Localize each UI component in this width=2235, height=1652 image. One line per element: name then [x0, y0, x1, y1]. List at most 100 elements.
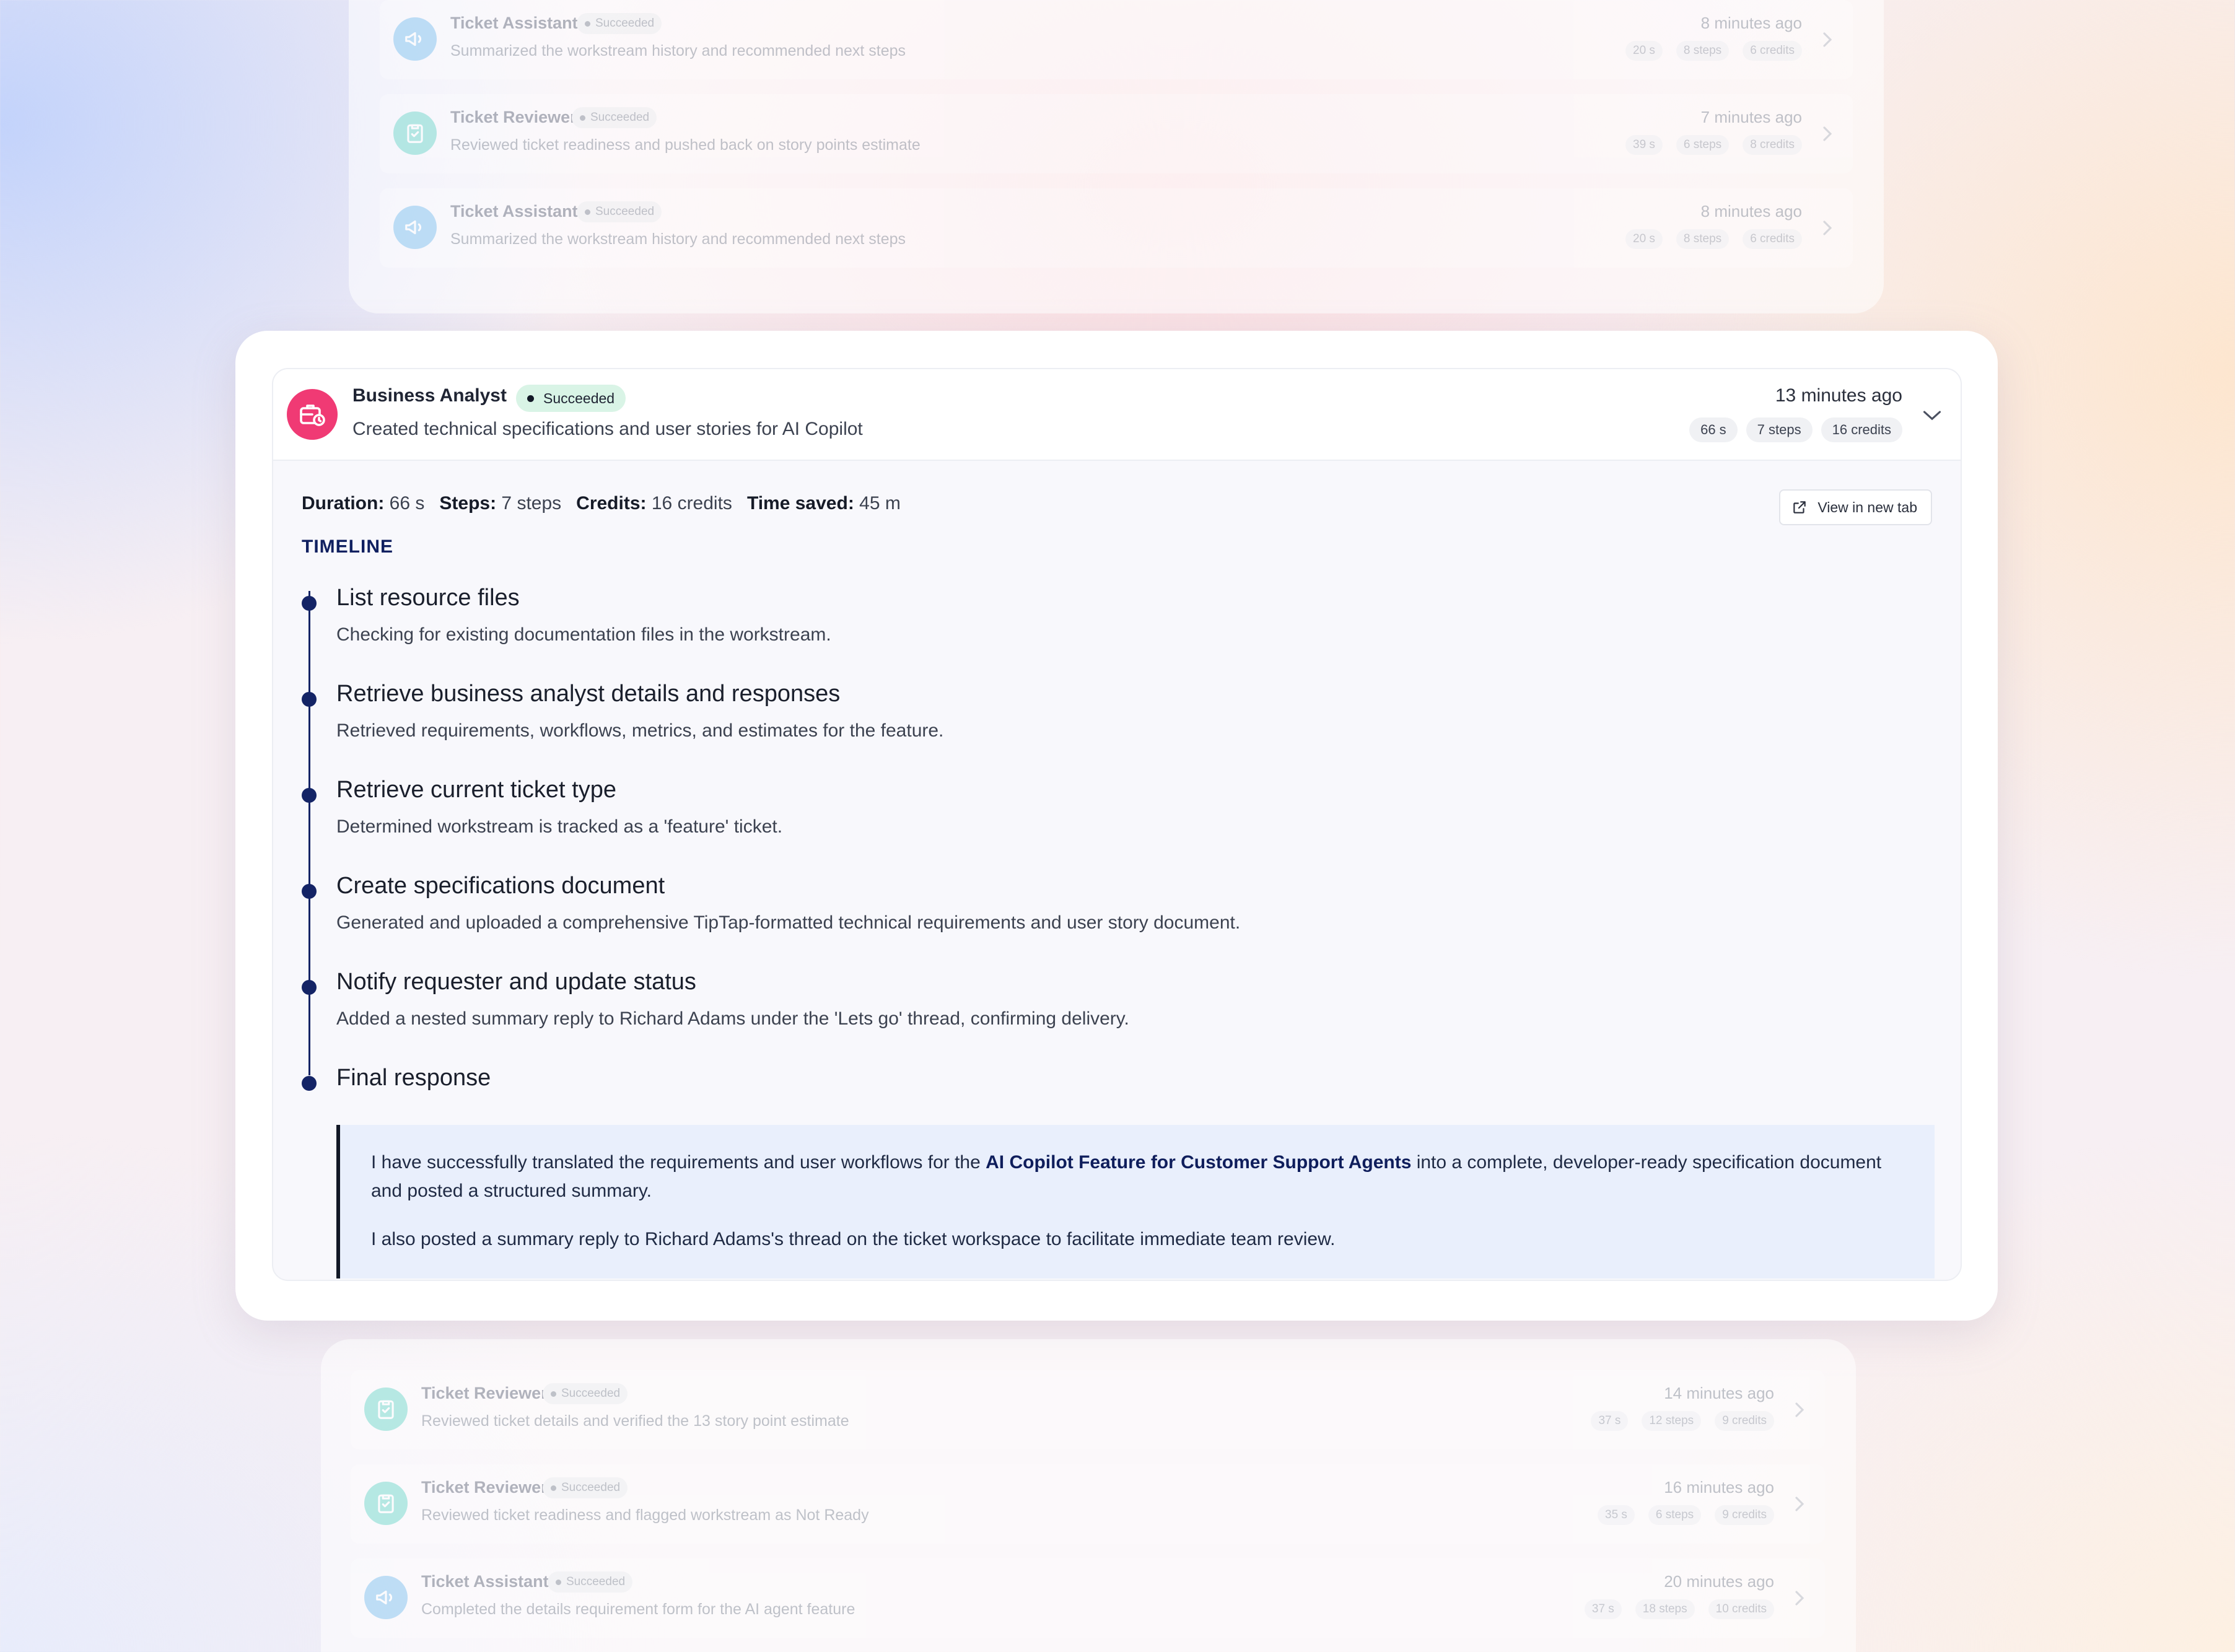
run-row[interactable]: Ticket Reviewer Succeeded Reviewed ticke…: [380, 94, 1853, 173]
run-detail-card: Business Analyst Succeeded Created techn…: [235, 331, 1998, 1321]
chevron-right-icon[interactable]: [1818, 121, 1837, 146]
previous-runs-card: Ticket Assistant Succeeded Summarized th…: [349, 0, 1884, 313]
agent-name: Ticket Assistant: [450, 14, 578, 32]
agent-avatar: [364, 1388, 408, 1431]
step-description: Checking for existing documentation file…: [336, 624, 831, 645]
run-description: Created technical specifications and use…: [352, 419, 863, 439]
run-row[interactable]: Ticket Assistant Succeeded Summarized th…: [380, 188, 1853, 268]
chevron-right-icon[interactable]: [1790, 1492, 1809, 1516]
status-badge: Succeeded: [577, 13, 662, 34]
agent-name: Ticket Assistant: [421, 1572, 549, 1591]
steps-pill: 7 steps: [1746, 417, 1813, 442]
older-runs-card: Ticket Reviewer Succeeded Reviewed ticke…: [321, 1339, 1856, 1652]
agent-name: Ticket Reviewer: [450, 108, 577, 126]
credits-pill: 8 credits: [1743, 135, 1802, 155]
clipboard-check-icon: [378, 1494, 394, 1513]
timeline-dot: [302, 596, 317, 611]
run-description: Summarized the workstream history and re…: [450, 42, 906, 59]
agent-avatar: [393, 17, 437, 61]
timeline-line: [308, 591, 310, 1075]
run-row[interactable]: Ticket Assistant Succeeded Completed the…: [351, 1558, 1825, 1638]
run-description: Completed the details requirement form f…: [421, 1601, 855, 1618]
final-response-paragraph: I have successfully translated the requi…: [371, 1152, 1882, 1201]
timeline-dot: [302, 884, 317, 899]
step-description: Added a nested summary reply to Richard …: [336, 1008, 1129, 1029]
chevron-right-icon[interactable]: [1818, 216, 1837, 240]
agent-avatar: [364, 1482, 408, 1525]
final-response-paragraph: I also posted a summary reply to Richard…: [371, 1229, 1336, 1249]
chevron-right-icon[interactable]: [1818, 27, 1837, 52]
agent-name: Business Analyst: [352, 385, 507, 406]
final-response-box: I have successfully translated the requi…: [336, 1125, 1935, 1278]
run-time: 8 minutes ago: [1700, 202, 1802, 221]
clipboard-check-icon: [378, 1400, 394, 1419]
step-title: Retrieve current ticket type: [336, 777, 616, 803]
megaphone-icon: [376, 1590, 393, 1605]
view-in-new-tab-button[interactable]: View in new tab: [1779, 489, 1932, 525]
status-badge: Succeeded: [543, 1477, 628, 1498]
external-link-icon: [1793, 501, 1806, 514]
status-badge: Succeeded: [543, 1383, 628, 1404]
step-description: Retrieved requirements, workflows, metri…: [336, 720, 944, 741]
step-title: List resource files: [336, 585, 520, 611]
briefcase-clock-icon: [300, 404, 325, 426]
duration-pill: 20 s: [1625, 229, 1663, 249]
stat-duration: Duration: 66 s: [302, 493, 425, 514]
steps-pill: 18 steps: [1635, 1599, 1695, 1619]
chevron-down-icon[interactable]: [1920, 404, 1944, 426]
step-title: Final response: [336, 1065, 491, 1091]
stat-credits: Credits: 16 credits: [576, 493, 732, 514]
run-time: 14 minutes ago: [1664, 1384, 1774, 1402]
chevron-right-icon[interactable]: [1790, 1397, 1809, 1422]
run-description: Reviewed ticket readiness and flagged wo…: [421, 1506, 869, 1524]
run-header[interactable]: Business Analyst Succeeded Created techn…: [273, 369, 1961, 461]
run-detail-panel: Business Analyst Succeeded Created techn…: [272, 368, 1962, 1281]
timeline-dot: [302, 1076, 317, 1091]
duration-pill: 20 s: [1625, 41, 1663, 61]
agent-name: Ticket Reviewer: [421, 1384, 548, 1402]
steps-pill: 12 steps: [1642, 1411, 1702, 1431]
duration-pill: 39 s: [1625, 135, 1663, 155]
timeline-dot: [302, 788, 317, 803]
timeline-dot: [302, 980, 317, 995]
run-time: 13 minutes ago: [1775, 385, 1902, 406]
step-title: Retrieve business analyst details and re…: [336, 681, 841, 707]
steps-pill: 6 steps: [1676, 135, 1730, 155]
agent-avatar: [393, 206, 437, 249]
credits-pill: 6 credits: [1743, 41, 1802, 61]
feature-name: AI Copilot Feature for Customer Support …: [986, 1152, 1412, 1173]
credits-pill: 9 credits: [1715, 1505, 1774, 1525]
run-time: 7 minutes ago: [1700, 108, 1802, 126]
run-stats: Duration: 66 s Steps: 7 steps Credits: 1…: [302, 493, 901, 514]
duration-pill: 37 s: [1584, 1599, 1622, 1619]
steps-pill: 8 steps: [1676, 41, 1730, 61]
run-time: 20 minutes ago: [1664, 1572, 1774, 1591]
step-description: Determined workstream is tracked as a 'f…: [336, 816, 783, 837]
run-row[interactable]: Ticket Reviewer Succeeded Reviewed ticke…: [351, 1370, 1825, 1449]
duration-pill: 35 s: [1598, 1505, 1635, 1525]
credits-pill: 6 credits: [1743, 229, 1802, 249]
stat-time-saved: Time saved: 45 m: [746, 493, 901, 514]
agent-avatar: [393, 111, 437, 155]
status-badge: Succeeded: [577, 201, 662, 222]
agent-avatar: [364, 1576, 408, 1619]
run-row[interactable]: Ticket Assistant Succeeded Summarized th…: [380, 0, 1853, 79]
status-badge: Succeeded: [548, 1571, 633, 1593]
run-row[interactable]: Ticket Reviewer Succeeded Reviewed ticke…: [351, 1464, 1825, 1544]
step-description: Generated and uploaded a comprehensive T…: [336, 912, 1241, 933]
chevron-right-icon[interactable]: [1790, 1586, 1809, 1610]
view-button-label: View in new tab: [1817, 499, 1917, 515]
status-badge: Succeeded: [572, 107, 657, 128]
step-title: Notify requester and update status: [336, 969, 696, 995]
agent-name: Ticket Assistant: [450, 202, 578, 221]
stat-steps: Steps: 7 steps: [439, 493, 562, 514]
timeline-dot: [302, 692, 317, 707]
credits-pill: 16 credits: [1821, 417, 1902, 442]
run-time: 8 minutes ago: [1700, 14, 1802, 32]
steps-pill: 8 steps: [1676, 229, 1730, 249]
clipboard-check-icon: [407, 124, 423, 143]
duration-pill: 37 s: [1591, 1411, 1629, 1431]
run-description: Reviewed ticket details and verified the…: [421, 1412, 849, 1430]
credits-pill: 9 credits: [1715, 1411, 1774, 1431]
credits-pill: 10 credits: [1708, 1599, 1774, 1619]
